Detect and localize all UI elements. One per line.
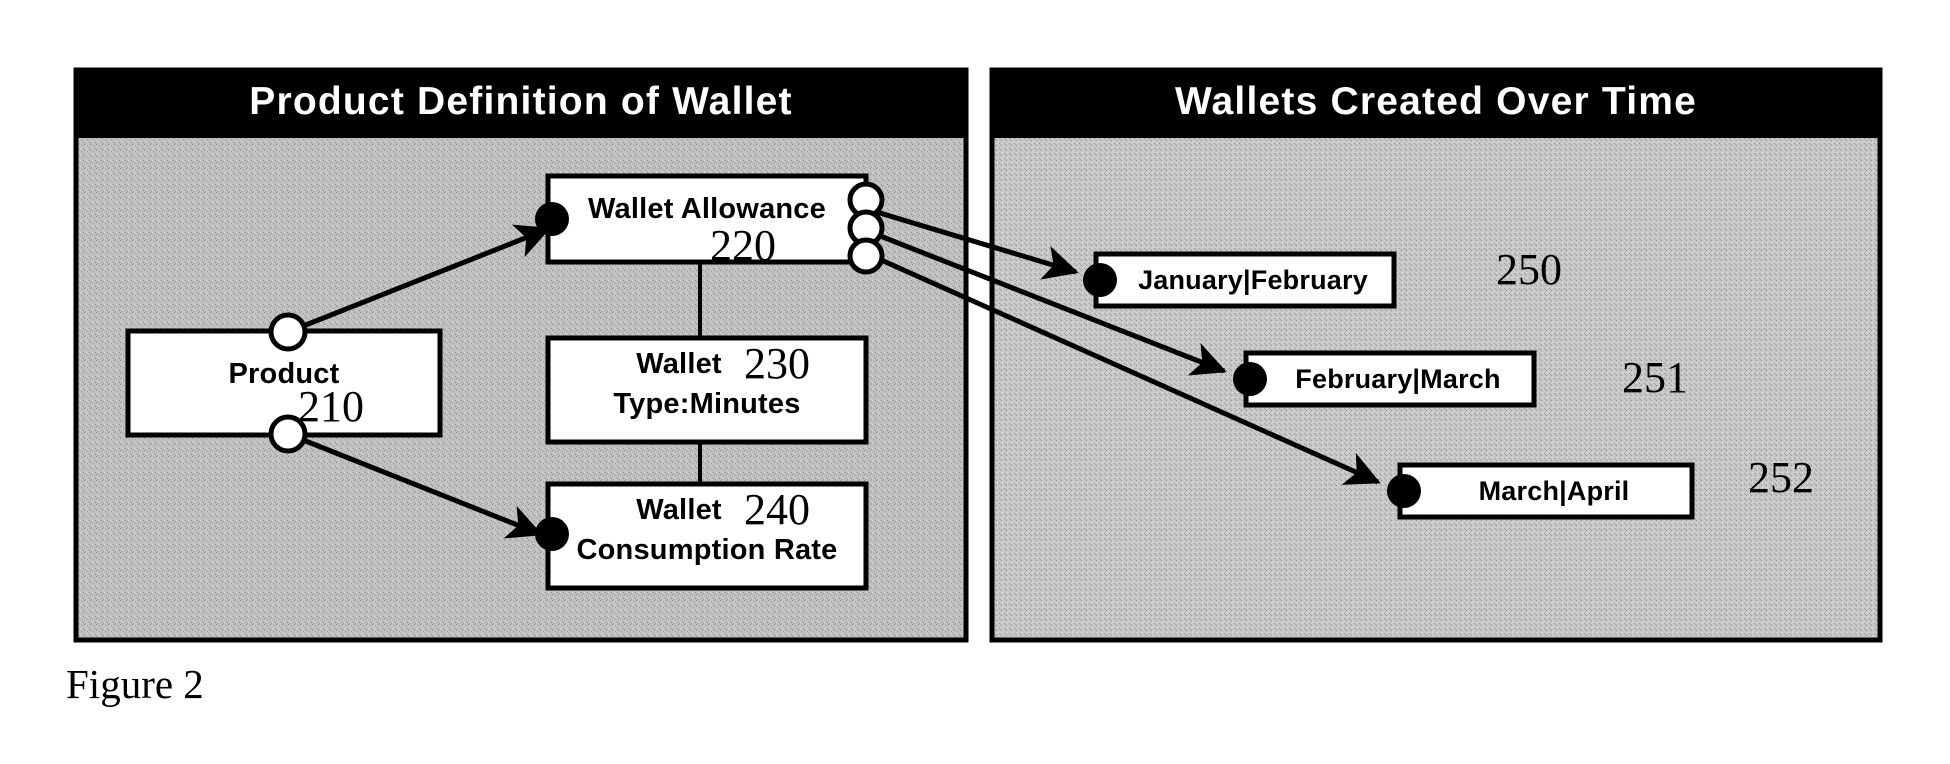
node-label-january-february: January|February xyxy=(1138,265,1368,295)
ref-number-230: 230 xyxy=(744,339,810,388)
node-label-wallet-allowance: Wallet Allowance xyxy=(588,193,826,225)
port-open-circle-product-top xyxy=(268,312,308,352)
port-open-circle-allowance-3 xyxy=(847,237,885,275)
node-label-february-march: February|March xyxy=(1295,364,1501,394)
node-label-product: Product xyxy=(228,358,340,390)
panel-title-product-definition: Product Definition of Wallet xyxy=(249,80,793,123)
ref-number-250: 250 xyxy=(1496,245,1562,294)
ref-number-251: 251 xyxy=(1622,353,1688,402)
figure-caption: Figure 2 xyxy=(66,661,204,707)
node-label-wallet-type-line2: Type:Minutes xyxy=(613,388,801,420)
node-label-march-april: March|April xyxy=(1478,476,1630,506)
figure-2-root: Product Definition of Wallet Wallets Cre… xyxy=(0,0,1950,764)
ref-number-220: 220 xyxy=(710,221,776,270)
ref-number-252: 252 xyxy=(1748,453,1814,502)
node-label-consumption-rate-line2: Consumption Rate xyxy=(576,534,838,566)
ref-number-240: 240 xyxy=(744,485,810,534)
ref-number-210: 210 xyxy=(298,382,364,431)
panel-title-wallets-created: Wallets Created Over Time xyxy=(1174,80,1698,123)
